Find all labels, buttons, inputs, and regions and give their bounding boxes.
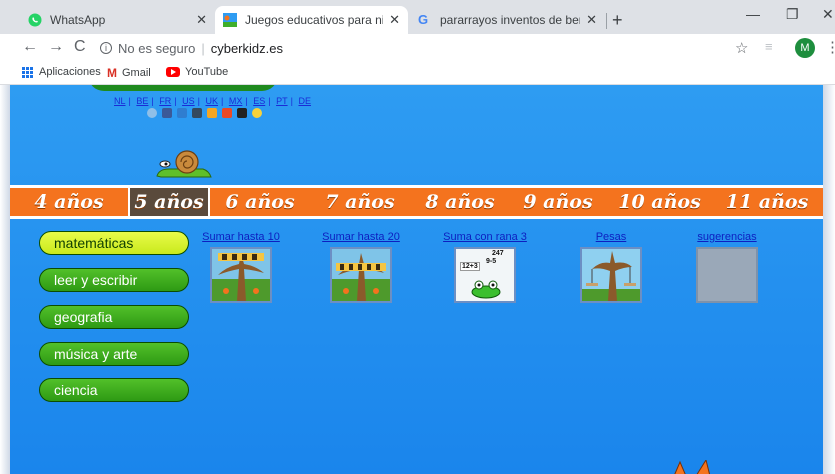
reload-icon[interactable]: C — [74, 38, 86, 56]
game-thumbnail[interactable]: 247 9-5 12+3 — [454, 247, 516, 303]
tab-title: Juegos educativos para niños. M — [245, 13, 383, 27]
age-tab-9[interactable]: 9 años — [510, 188, 606, 216]
game-thumbnail[interactable] — [210, 247, 272, 303]
delicious-icon[interactable] — [207, 108, 217, 118]
tab-strip: WhatsApp ✕ Juegos educativos para niños.… — [0, 0, 835, 34]
age-tab-6[interactable]: 6 años — [210, 188, 310, 216]
facebook-icon[interactable] — [162, 108, 172, 118]
help-icon[interactable] — [147, 108, 157, 118]
apps-grid-icon — [22, 66, 33, 78]
bookmark-label: YouTube — [185, 66, 229, 78]
close-window-icon[interactable]: ✕ — [822, 6, 834, 23]
share-icons — [147, 108, 262, 118]
game-link[interactable]: Pesas — [570, 231, 652, 243]
lang-link-fr[interactable]: FR — [159, 96, 171, 106]
page-margin-left — [0, 85, 10, 474]
bookmark-star-icon[interactable]: ☆ — [735, 39, 748, 57]
subject-button-ciencia[interactable]: ciencia — [39, 378, 189, 402]
browser-menu-icon[interactable]: ⋮ — [825, 38, 835, 56]
lang-link-us[interactable]: US — [182, 96, 195, 106]
lang-link-be[interactable]: BE — [136, 96, 148, 106]
tab-juegos[interactable]: Juegos educativos para niños. M ✕ — [215, 6, 408, 34]
fox-ears-decoration — [674, 460, 711, 474]
qr-icon[interactable] — [237, 108, 247, 118]
lang-link-mx[interactable]: MX — [229, 96, 243, 106]
profile-avatar[interactable]: M — [795, 38, 815, 58]
bookmark-label: Gmail — [122, 67, 151, 79]
close-tab-icon[interactable]: ✕ — [586, 12, 597, 28]
address-divider: | — [201, 40, 205, 56]
tab-title: WhatsApp — [50, 13, 106, 27]
game-link[interactable]: Sumar hasta 10 — [200, 231, 282, 243]
tab-pararrayos[interactable]: G pararrayos inventos de benjamin ✕ — [410, 6, 605, 34]
restore-icon[interactable]: ❐ — [786, 6, 799, 23]
close-tab-icon[interactable]: ✕ — [196, 12, 207, 28]
game-card[interactable]: Sumar hasta 20 — [320, 231, 402, 303]
email-icon[interactable] — [192, 108, 202, 118]
lang-link-es[interactable]: ES — [253, 96, 265, 106]
game-link[interactable]: sugerencias — [686, 231, 768, 243]
age-selector-bar: 4 años 5 años 6 años 7 años 8 años 9 año… — [10, 185, 823, 219]
header-hill — [88, 85, 278, 91]
age-tab-4[interactable]: 4 años — [10, 188, 128, 216]
minimize-icon[interactable]: — — [746, 6, 760, 22]
lang-link-pt[interactable]: PT — [276, 96, 288, 106]
address-bar[interactable]: i No es seguro | cyberkidz.es — [100, 37, 780, 59]
age-tab-11[interactable]: 11 años — [713, 188, 821, 216]
lang-link-de[interactable]: DE — [298, 96, 311, 106]
bookmark-label: Aplicaciones — [39, 66, 101, 78]
frog-game-equation: 12+3 — [460, 262, 480, 271]
game-thumbnail[interactable] — [330, 247, 392, 303]
lang-link-uk[interactable]: UK — [205, 96, 218, 106]
subject-button-geografia[interactable]: geografia — [39, 305, 189, 329]
game-link[interactable]: Sumar hasta 20 — [320, 231, 402, 243]
page-margin-right — [823, 85, 835, 474]
game-card[interactable]: Pesas — [570, 231, 652, 303]
age-tab-10[interactable]: 10 años — [606, 188, 713, 216]
security-status: No es seguro — [118, 40, 196, 56]
subject-button-matematicas[interactable]: matemáticas — [39, 231, 189, 255]
cyberkidz-icon — [223, 13, 237, 27]
google-icon: G — [418, 12, 429, 27]
tab-separator — [606, 13, 607, 29]
age-tab-5[interactable]: 5 años — [128, 188, 210, 216]
page-viewport: NL | BE | FR | US | UK | MX | ES | PT | DE — [0, 85, 835, 474]
frog-game-sign-top: 247 — [492, 250, 504, 257]
game-thumbnail[interactable] — [580, 247, 642, 303]
back-icon[interactable]: ← — [22, 38, 38, 56]
info-icon[interactable]: i — [100, 42, 112, 54]
tab-title: pararrayos inventos de benjamin — [440, 13, 580, 27]
subject-button-leer-y-escribir[interactable]: leer y escribir — [39, 268, 189, 292]
browser-toolbar: ← → C i No es seguro | cyberkidz.es ☆ ≡ … — [0, 34, 835, 62]
close-tab-icon[interactable]: ✕ — [389, 12, 400, 28]
forward-icon[interactable]: → — [48, 38, 64, 56]
bookmark-apps[interactable]: Aplicaciones — [22, 66, 101, 78]
url-text: cyberkidz.es — [210, 40, 283, 56]
bookmark-gmail[interactable]: M Gmail — [107, 66, 151, 80]
tab-whatsapp[interactable]: WhatsApp ✕ — [20, 6, 215, 34]
game-card[interactable]: Suma con rana 3 247 9-5 12+3 — [440, 231, 530, 303]
stumbleupon-icon[interactable] — [222, 108, 232, 118]
subject-button-musica-y-arte[interactable]: música y arte — [39, 342, 189, 366]
game-card[interactable]: Sumar hasta 10 — [200, 231, 282, 303]
blogger-icon[interactable] — [177, 108, 187, 118]
bookmarks-bar: Aplicaciones M Gmail YouTube — [0, 62, 835, 85]
snail-mascot — [156, 150, 212, 178]
whatsapp-icon — [28, 13, 42, 27]
reading-list-icon[interactable]: ≡ — [765, 39, 773, 54]
language-links: NL | BE | FR | US | UK | MX | ES | PT | DE — [114, 96, 311, 106]
bookmark-youtube[interactable]: YouTube — [166, 66, 228, 78]
game-thumbnail[interactable] — [696, 247, 758, 303]
favorite-star-icon[interactable] — [252, 108, 262, 118]
youtube-icon — [166, 67, 180, 77]
age-tab-7[interactable]: 7 años — [310, 188, 410, 216]
new-tab-icon[interactable]: + — [612, 10, 623, 31]
age-tab-8[interactable]: 8 años — [410, 188, 510, 216]
game-link[interactable]: Suma con rana 3 — [440, 231, 530, 243]
lang-link-nl[interactable]: NL — [114, 96, 126, 106]
game-card[interactable]: sugerencias — [686, 231, 768, 303]
frog-game-sign-mid: 9-5 — [486, 258, 497, 265]
gmail-icon: M — [107, 66, 117, 80]
